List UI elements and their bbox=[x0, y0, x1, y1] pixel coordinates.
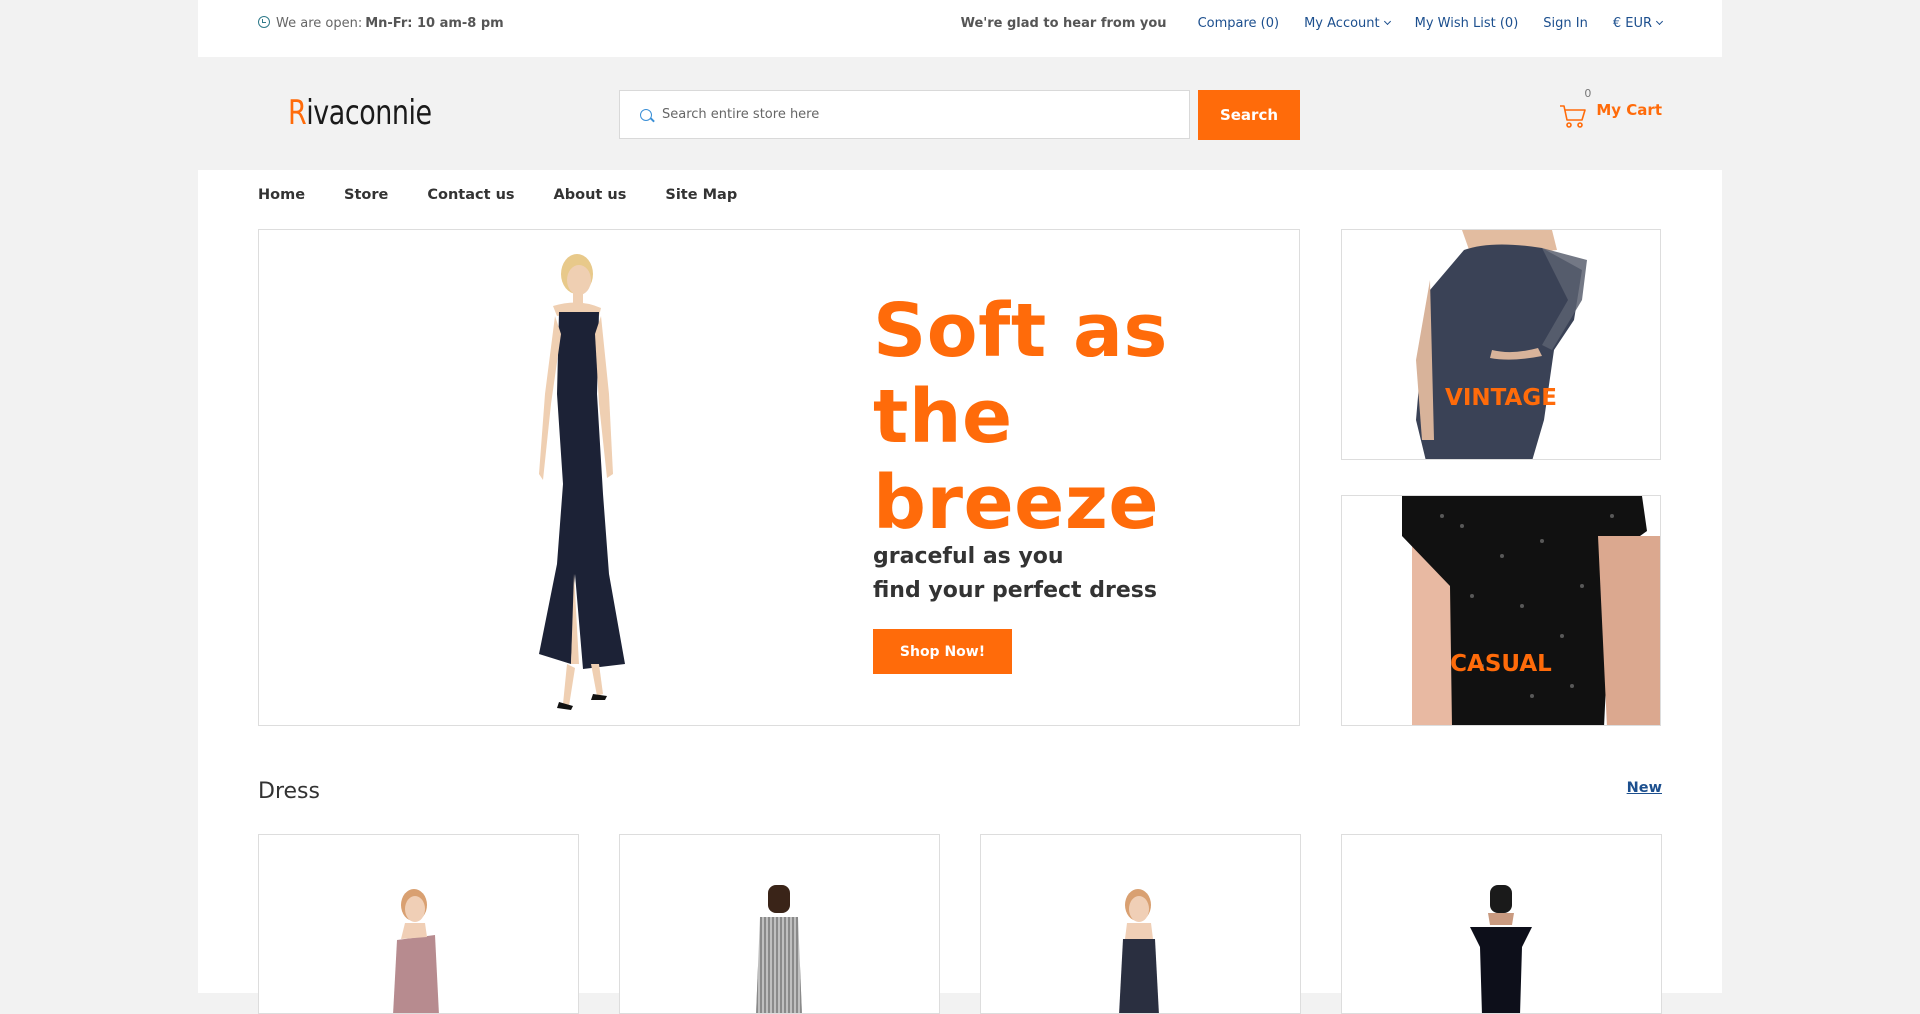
compare-link[interactable]: Compare (0) bbox=[1198, 16, 1280, 31]
product-image bbox=[1470, 885, 1532, 1013]
product-card[interactable] bbox=[1341, 834, 1662, 1014]
section-title: Dress bbox=[258, 779, 320, 804]
promo-vintage-label: VINTAGE bbox=[1445, 385, 1557, 411]
casual-dress-image bbox=[1402, 496, 1660, 725]
chevron-down-icon bbox=[1383, 17, 1391, 26]
promo-casual-label: CASUAL bbox=[1450, 651, 1552, 677]
nav-contact-us[interactable]: Contact us bbox=[427, 187, 514, 203]
search-icon bbox=[640, 108, 652, 121]
mini-cart[interactable]: 0 My Cart bbox=[1558, 87, 1662, 131]
page: We are open: Mn-Fr: 10 am-8 pm We're gla… bbox=[198, 0, 1722, 1014]
welcome-message: We're glad to hear from you bbox=[960, 16, 1167, 31]
main-content: Home Store Contact us About us Site Map bbox=[198, 170, 1722, 1014]
product-card[interactable] bbox=[980, 834, 1301, 1014]
promo-casual[interactable]: CASUAL bbox=[1341, 495, 1661, 726]
hero-headline: Soft as the breeze bbox=[873, 288, 1168, 546]
hero-model-image bbox=[539, 254, 625, 710]
hero-subtitle: graceful as you find your perfect dress bbox=[873, 544, 1157, 603]
opening-hours-prefix: We are open: bbox=[276, 16, 363, 31]
nav-about-us[interactable]: About us bbox=[554, 187, 627, 203]
vintage-dress-image bbox=[1416, 230, 1587, 459]
product-image bbox=[393, 889, 439, 1013]
logo[interactable]: Rivaconnie bbox=[288, 93, 432, 133]
sign-in-link[interactable]: Sign In bbox=[1543, 16, 1588, 31]
opening-hours-value: Mn-Fr: 10 am-8 pm bbox=[365, 16, 504, 31]
header: Rivaconnie Search 0 My Cart bbox=[198, 57, 1722, 170]
product-grid bbox=[258, 834, 1662, 1014]
top-links: We're glad to hear from you Compare (0) … bbox=[960, 16, 1664, 31]
chevron-down-icon bbox=[1655, 17, 1664, 26]
search-box bbox=[619, 90, 1190, 139]
nav-store[interactable]: Store bbox=[344, 187, 388, 203]
product-card[interactable] bbox=[619, 834, 940, 1014]
product-image bbox=[756, 885, 802, 1013]
cart-icon bbox=[1560, 105, 1587, 128]
main-navigation: Home Store Contact us About us Site Map bbox=[258, 187, 776, 203]
nav-home[interactable]: Home bbox=[258, 187, 305, 203]
hero-banner[interactable]: Soft as the breeze graceful as you find … bbox=[258, 229, 1300, 726]
shop-now-button[interactable]: Shop Now! bbox=[873, 629, 1012, 674]
product-card[interactable] bbox=[258, 834, 579, 1014]
my-account-dropdown[interactable]: My Account bbox=[1304, 16, 1391, 31]
section-new-link[interactable]: New bbox=[1627, 780, 1662, 796]
top-bar: We are open: Mn-Fr: 10 am-8 pm We're gla… bbox=[198, 0, 1722, 57]
promo-vintage[interactable]: VINTAGE bbox=[1341, 229, 1661, 460]
nav-site-map[interactable]: Site Map bbox=[665, 187, 737, 203]
cart-count: 0 bbox=[1584, 87, 1592, 100]
currency-dropdown[interactable]: € EUR bbox=[1613, 16, 1664, 31]
opening-hours: We are open: Mn-Fr: 10 am-8 pm bbox=[258, 15, 504, 31]
clock-icon bbox=[258, 15, 270, 28]
search-button[interactable]: Search bbox=[1198, 90, 1300, 140]
cart-label: My Cart bbox=[1596, 101, 1662, 119]
search-input[interactable] bbox=[662, 107, 1162, 122]
product-image bbox=[1119, 889, 1159, 1013]
wish-list-link[interactable]: My Wish List (0) bbox=[1415, 16, 1519, 31]
